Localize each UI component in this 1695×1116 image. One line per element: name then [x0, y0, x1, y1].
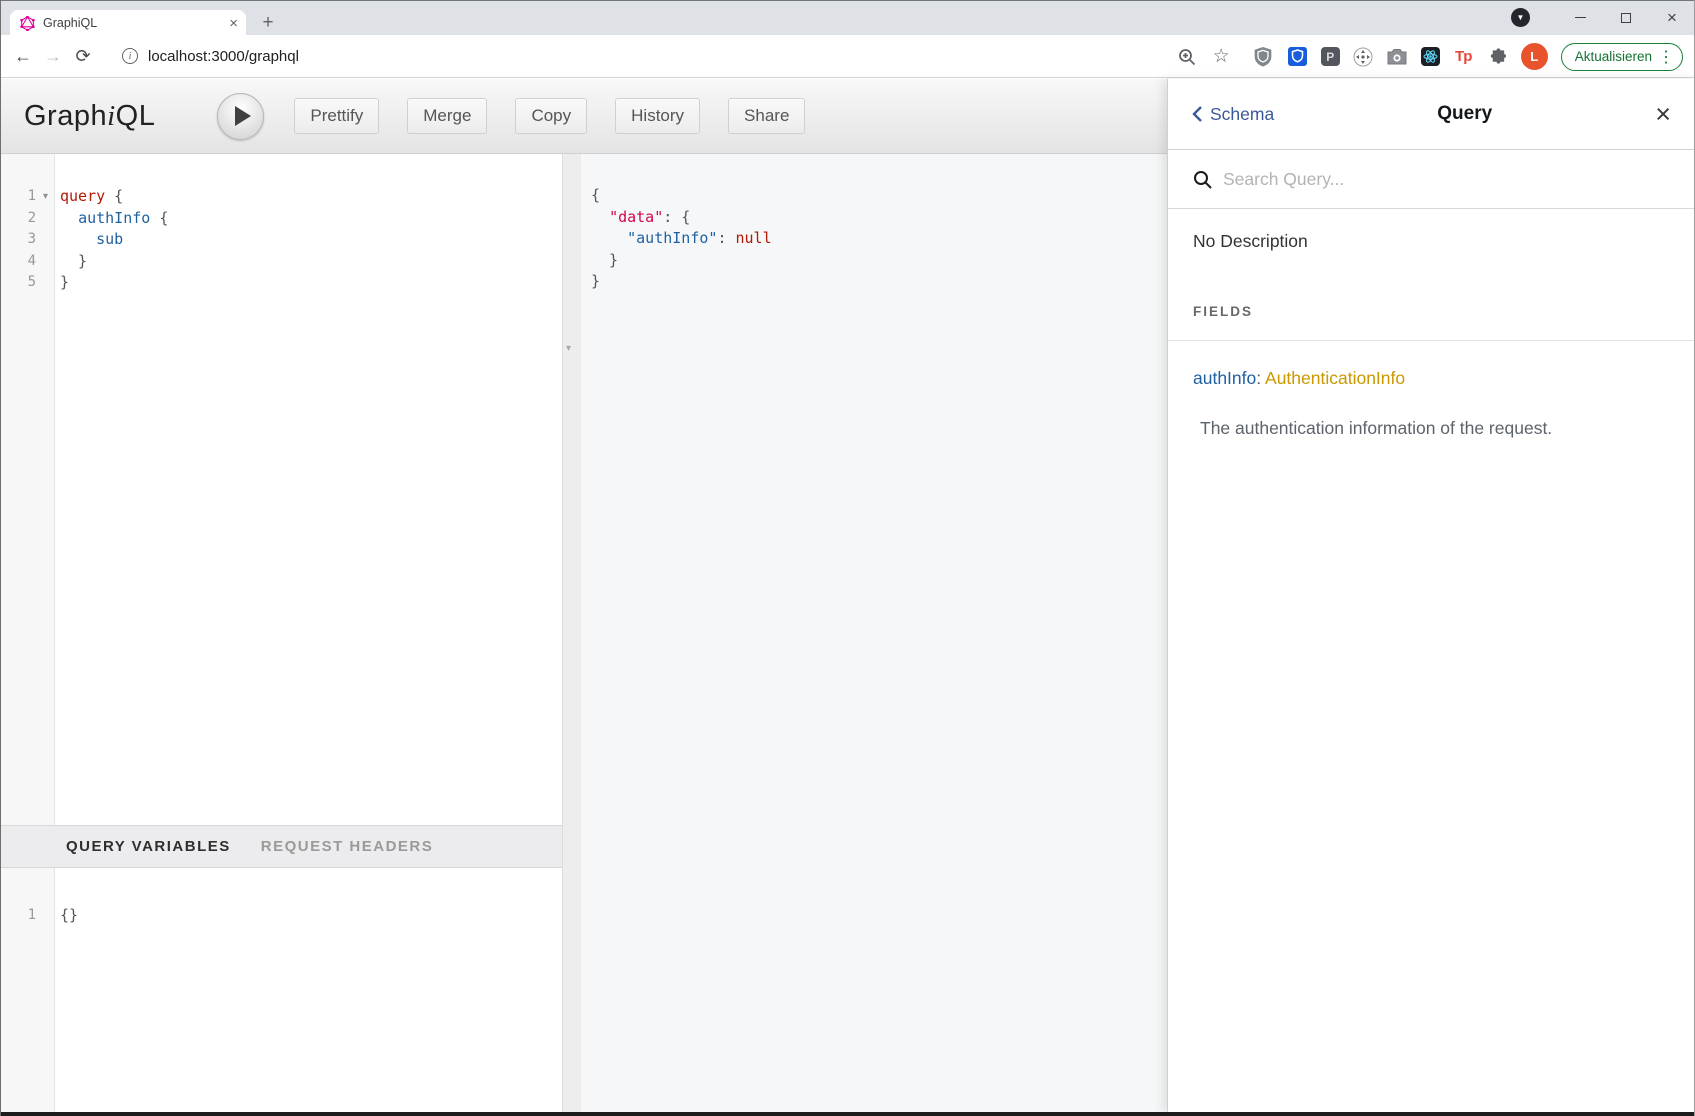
- doc-explorer: Schema Query × No Description FIELDS aut…: [1167, 79, 1695, 1112]
- window-close-button[interactable]: ×: [1649, 2, 1695, 34]
- gutter-row: 3: [0, 229, 55, 251]
- reload-icon[interactable]: ⟳: [68, 46, 98, 67]
- browser-tabstrip: GraphiQL × + ▼ ×: [0, 0, 1695, 35]
- doc-close-icon[interactable]: ×: [1655, 101, 1671, 128]
- doc-field-description: The authentication information of the re…: [1200, 418, 1670, 439]
- code-line: }: [60, 251, 168, 273]
- query-gutter-rows: 1▾2345: [0, 186, 55, 294]
- site-info-icon[interactable]: i: [122, 48, 138, 64]
- divider: [1168, 340, 1695, 341]
- back-icon[interactable]: ←: [8, 46, 38, 67]
- window-bottom-edge: [0, 1112, 1695, 1116]
- code-line: "authInfo": null: [591, 228, 772, 250]
- query-editor[interactable]: 1▾2345 query { authInfo { sub }}: [0, 154, 562, 825]
- doc-field-row: authInfo: AuthenticationInfo: [1193, 368, 1670, 389]
- variables-gutter-rows: 1: [0, 905, 55, 927]
- update-chrome-button[interactable]: Aktualisieren ⋮: [1561, 43, 1683, 71]
- result-code-lines: { "data": { "authInfo": null }}: [591, 185, 772, 293]
- extensions-puzzle-icon[interactable]: [1487, 46, 1508, 67]
- chrome-update-badge-icon[interactable]: ▼: [1511, 8, 1530, 27]
- p-extension-icon[interactable]: P: [1321, 47, 1340, 66]
- tp-extension-icon[interactable]: Tp: [1453, 46, 1474, 67]
- query-code-lines: query { authInfo { sub }}: [60, 186, 168, 294]
- field-name-link[interactable]: authInfo: [1193, 368, 1256, 388]
- doc-search-input[interactable]: [1223, 169, 1670, 190]
- toolbar-buttons: Prettify Merge Copy History Share: [294, 98, 805, 134]
- forward-icon[interactable]: →: [38, 46, 68, 67]
- code-line: {: [591, 185, 772, 207]
- gutter-row: 4: [0, 251, 55, 273]
- tab-query-variables[interactable]: QUERY VARIABLES: [66, 838, 231, 855]
- menu-kebab-icon[interactable]: ⋮: [1658, 47, 1674, 67]
- ublock-extension-icon[interactable]: [1253, 46, 1274, 67]
- tab-request-headers[interactable]: REQUEST HEADERS: [261, 838, 434, 855]
- variables-code-lines: {}: [60, 905, 78, 927]
- new-tab-button[interactable]: +: [256, 11, 280, 35]
- doc-back-label: Schema: [1210, 104, 1274, 125]
- browser-tab[interactable]: GraphiQL ×: [10, 10, 246, 36]
- doc-no-description: No Description: [1193, 231, 1670, 252]
- play-icon: [235, 106, 251, 126]
- window-minimize-button[interactable]: [1557, 2, 1603, 34]
- toolbar-button-copy[interactable]: Copy: [515, 98, 587, 134]
- variables-tabbar: QUERY VARIABLES REQUEST HEADERS: [0, 825, 562, 868]
- window-left-edge: [0, 0, 1, 1116]
- bitwarden-extension-icon[interactable]: [1287, 46, 1308, 67]
- code-line: }: [591, 271, 772, 293]
- window-maximize-button[interactable]: [1603, 2, 1649, 34]
- execute-query-button[interactable]: [217, 93, 264, 140]
- doc-title: Query: [1274, 103, 1655, 125]
- graphiql-toolbar: GraphiQL Prettify Merge Copy History Share: [0, 79, 1167, 154]
- fold-arrow-icon[interactable]: ▾: [36, 186, 55, 208]
- toolbar-button-history[interactable]: History: [615, 98, 700, 134]
- doc-fields-heading: FIELDS: [1193, 304, 1670, 319]
- update-chrome-label: Aktualisieren: [1575, 49, 1652, 64]
- tab-title: GraphiQL: [43, 16, 229, 30]
- gutter-row: 1▾: [0, 186, 55, 208]
- code-line: sub: [60, 229, 168, 251]
- zoom-indicator-icon[interactable]: [1177, 46, 1198, 67]
- field-separator: :: [1256, 368, 1265, 388]
- gutter-row: 1: [0, 905, 55, 927]
- code-line: {}: [60, 905, 78, 927]
- code-line: query {: [60, 186, 168, 208]
- graphql-favicon-icon: [20, 16, 35, 31]
- graphiql-logo: GraphiQL: [24, 100, 155, 133]
- result-viewer: ▾ { "data": { "authInfo": null }}: [562, 154, 1167, 1112]
- gutter-row: 2: [0, 208, 55, 230]
- bookmark-star-icon[interactable]: ☆: [1211, 46, 1232, 67]
- gutter-row: 5: [0, 272, 55, 294]
- doc-explorer-header: Schema Query ×: [1168, 79, 1695, 150]
- variables-editor[interactable]: 1 {}: [0, 868, 562, 1112]
- doc-back-link[interactable]: Schema: [1192, 104, 1274, 125]
- code-line: }: [60, 272, 168, 294]
- react-devtools-extension-icon[interactable]: [1421, 47, 1440, 66]
- code-line: "data": {: [591, 207, 772, 229]
- type-name-link[interactable]: AuthenticationInfo: [1265, 368, 1405, 388]
- chevron-left-icon: [1192, 106, 1203, 122]
- screenshot-camera-extension-icon[interactable]: [1387, 46, 1408, 67]
- result-fold-gutter: [563, 154, 581, 1112]
- doc-search-row: [1168, 150, 1695, 209]
- toolbar-button-prettify[interactable]: Prettify: [294, 98, 379, 134]
- fold-arrow-icon[interactable]: ▾: [566, 343, 571, 354]
- address-bar[interactable]: localhost:3000/graphql: [148, 48, 299, 65]
- code-line: }: [591, 250, 772, 272]
- search-icon: [1193, 170, 1212, 189]
- code-line: authInfo {: [60, 208, 168, 230]
- toolbar-button-merge[interactable]: Merge: [407, 98, 487, 134]
- profile-avatar[interactable]: L: [1521, 43, 1548, 70]
- toolbar-button-share[interactable]: Share: [728, 98, 805, 134]
- tab-close-icon[interactable]: ×: [229, 16, 238, 31]
- autoscroll-extension-icon[interactable]: [1353, 46, 1374, 67]
